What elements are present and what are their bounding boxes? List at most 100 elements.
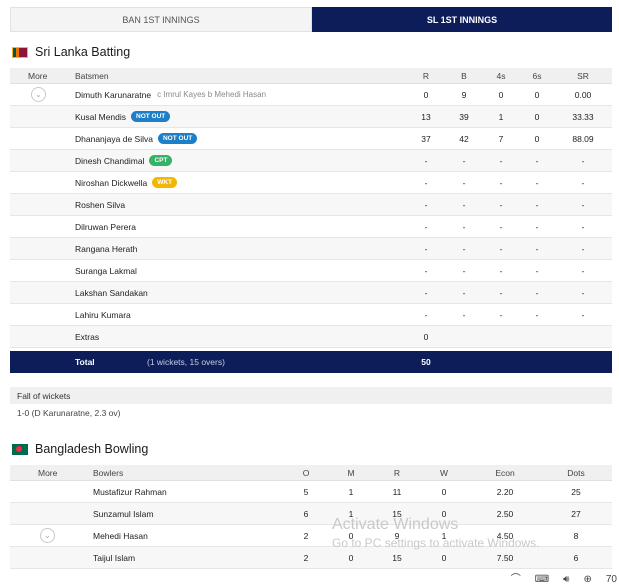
batting-row[interactable]: Niroshan Dickwella WKT - - - - - [10,172,612,194]
runs-value: - [424,309,428,320]
fall-of-wickets-header: Fall of wickets [10,387,612,404]
strike-rate-value: - [581,155,585,166]
runs-value: - [424,177,428,188]
expand-cell: ⌄ [40,525,55,546]
dots-value: 25 [571,486,581,497]
batsman-name[interactable]: Dilruwan Perera [75,222,136,232]
runs-value: - [424,243,428,254]
fours-value: - [499,221,503,232]
tab-sl-1st-innings[interactable]: SL 1ST INNINGS [312,7,612,32]
maidens-value: 1 [348,486,354,497]
status-badge: NOT OUT [131,111,171,122]
balls-value: 39 [459,111,469,122]
chevron-down-icon[interactable]: ⌄ [40,528,55,543]
batsman-name[interactable]: Rangana Herath [75,244,137,254]
strike-rate-value: - [581,265,585,276]
status-badge: CPT [149,155,173,166]
batsman-cell: Roshen Silva [75,194,125,215]
economy-value: 2.20 [496,486,514,497]
batsman-name[interactable]: Kusal Mendis [75,112,126,122]
batsman-name[interactable]: Dimuth Karunaratne [75,90,151,100]
runs-value: 15 [392,508,402,519]
header-b: B [461,70,467,81]
batting-section-title: Sri Lanka Batting [12,45,130,59]
strike-rate-value: 0.00 [574,89,592,100]
economy-value: 4.50 [496,530,514,541]
batsman-name[interactable]: Dhananjaya de Silva [75,134,153,144]
status-badge: NOT OUT [157,133,198,144]
header-r: R [422,70,430,81]
batting-row[interactable]: Suranga Lakmal - - - - - [10,260,612,282]
bowling-row[interactable]: Sunzamul Islam 6 1 15 0 2.50 27 [10,503,612,525]
batsman-name[interactable]: Extras [75,332,99,342]
zoom-level: 70 [605,574,617,585]
total-label: Total [75,357,95,367]
overs-value: 5 [303,486,309,497]
economy-value: 2.50 [496,508,514,519]
bowler-name: Sunzamul Islam [93,508,154,519]
sixes-value: - [535,309,539,320]
header-more: More [38,467,58,478]
batsman-name[interactable]: Lahiru Kumara [75,310,131,320]
batsman-name[interactable]: Lakshan Sandakan [75,288,148,298]
header-o: O [302,467,310,478]
volume-icon[interactable]: 🔊︎ [563,574,569,585]
fall-of-wickets-title: Fall of wickets [17,390,71,401]
taskbar-tray: ⌒ ⌨ 🔊︎ ⊕ 70 [511,573,619,585]
fours-value: - [499,177,503,188]
batting-row[interactable]: Rangana Herath - - - - - [10,238,612,260]
balls-value: - [462,221,466,232]
dots-value: 6 [573,552,579,563]
bowling-row[interactable]: ⌄ Mehedi Hasan 2 0 9 1 4.50 8 [10,525,612,547]
sixes-value: - [535,155,539,166]
batting-row[interactable]: Lahiru Kumara - - - - - [10,304,612,326]
bowling-row[interactable]: Taijul Islam 2 0 15 0 7.50 6 [10,547,612,569]
batting-row[interactable]: Extras 0 [10,326,612,348]
batting-row[interactable]: Lakshan Sandakan - - - - - [10,282,612,304]
batting-row[interactable]: Dilruwan Perera - - - - - [10,216,612,238]
fours-value: - [499,243,503,254]
bowler-name: Mustafizur Rahman [93,486,167,497]
header-dots: Dots [567,467,585,478]
bowling-row[interactable]: Mustafizur Rahman 5 1 11 0 2.20 25 [10,481,612,503]
pen-icon[interactable]: ⌒ [511,570,521,585]
wickets-value: 0 [441,508,447,519]
balls-value: 42 [459,133,469,144]
tab-ban-1st-innings[interactable]: BAN 1ST INNINGS [10,7,312,32]
fours-value: - [499,155,503,166]
balls-value: - [462,265,466,276]
header-sr: SR [577,70,589,81]
batsman-name[interactable]: Roshen Silva [75,200,125,210]
runs-value: 13 [421,111,431,122]
batsman-name[interactable]: Niroshan Dickwella [75,178,147,188]
sixes-value: 0 [534,111,540,122]
batsman-name[interactable]: Suranga Lakmal [75,266,137,276]
runs-value: 0 [423,89,429,100]
chevron-down-icon[interactable]: ⌄ [31,87,46,102]
strike-rate-value: 88.09 [572,133,594,144]
strike-rate-value: - [581,309,585,320]
dots-value: 8 [573,530,579,541]
keyboard-icon[interactable]: ⌨ [535,574,549,585]
balls-value: - [462,287,466,298]
header-bowlers: Bowlers [93,467,124,478]
batting-row[interactable]: ⌄ Dimuth Karunaratne c Imrul Kayes b Mehed… [10,84,612,106]
batting-row[interactable]: Roshen Silva - - - - - [10,194,612,216]
fours-value: 0 [498,89,504,100]
batsman-cell: Dimuth Karunaratne c Imrul Kayes b Mehedi… [75,84,266,105]
balls-value: - [462,243,466,254]
zoom-icon[interactable]: ⊕ [583,574,591,585]
batsman-name[interactable]: Dinesh Chandimal [75,156,144,166]
sri-lanka-flag-icon [12,46,28,58]
batting-row[interactable]: Kusal Mendis NOT OUT 13 39 1 0 33.33 [10,106,612,128]
total-detail: (1 wickets, 15 overs) [147,357,225,367]
fours-value: - [499,287,503,298]
fours-value: 7 [498,133,504,144]
batting-row[interactable]: Dhananjaya de Silva NOT OUT 37 42 7 0 88.09 [10,128,612,150]
batting-row[interactable]: Dinesh Chandimal CPT - - - - - [10,150,612,172]
strike-rate-value: - [581,287,585,298]
batsman-cell: Dilruwan Perera [75,216,136,237]
balls-value: - [462,155,466,166]
batsman-cell: Lakshan Sandakan [75,282,148,303]
economy-value: 7.50 [496,552,514,563]
